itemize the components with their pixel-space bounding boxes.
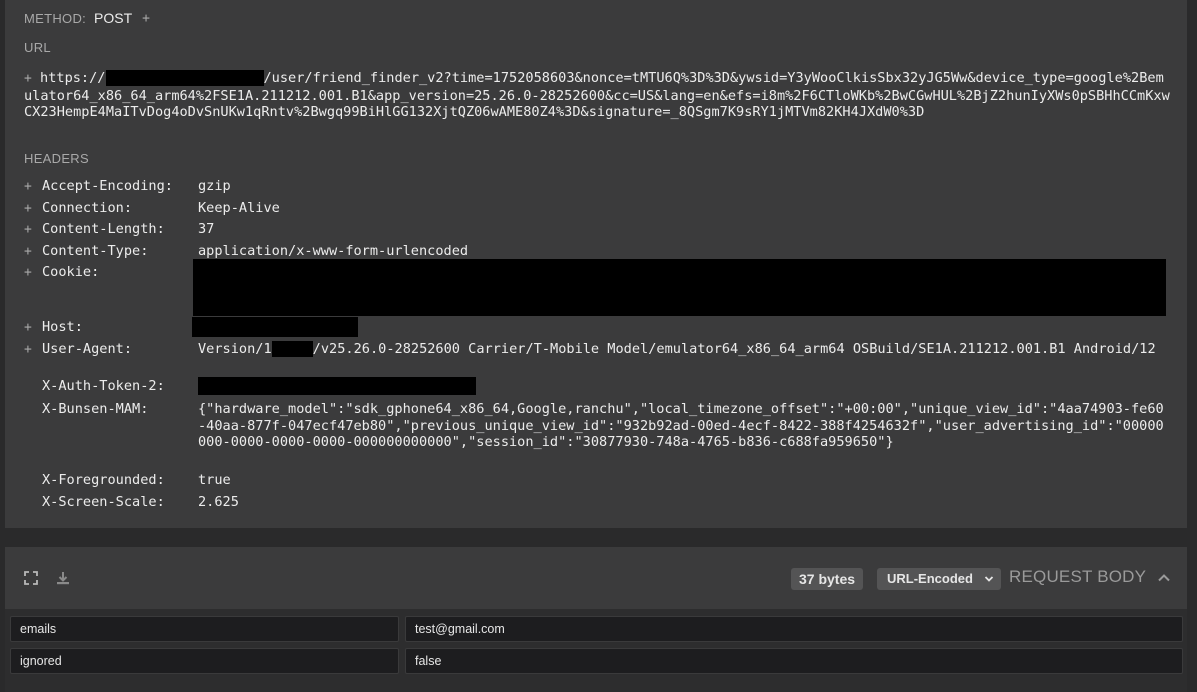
header-name: X-Bunsen-MAM: xyxy=(42,401,149,417)
body-key-field[interactable]: ignored xyxy=(10,648,399,674)
url-prefix: https:// xyxy=(40,70,106,86)
header-row-content-type[interactable]: + Content-Type: application/x-www-form-u… xyxy=(24,243,1174,260)
header-value: application/x-www-form-urlencoded xyxy=(198,243,469,259)
redacted-host-value xyxy=(192,317,358,337)
expand-header-icon[interactable]: + xyxy=(24,341,32,358)
request-details-panel: METHOD: POST + URL + https:///user/frien… xyxy=(5,0,1187,528)
url-value[interactable]: + https:///user/friend_finder_v2?time=17… xyxy=(24,70,1170,121)
body-value-field[interactable]: test@gmail.com xyxy=(405,616,1183,642)
header-name: Content-Type: xyxy=(42,243,149,259)
header-name: X-Auth-Token-2: xyxy=(42,378,165,394)
expand-header-icon[interactable]: + xyxy=(24,264,32,281)
header-name: X-Foregrounded: xyxy=(42,472,165,488)
redacted-cookie-value xyxy=(193,259,1166,316)
body-rows: emails test@gmail.com ignored false xyxy=(5,609,1187,692)
user-agent-rest: /v25.26.0-28252600 Carrier/T-Mobile Mode… xyxy=(312,341,1156,357)
header-value: true xyxy=(198,472,231,488)
header-value: 37 xyxy=(198,221,215,237)
header-row-content-length[interactable]: + Content-Length: 37 xyxy=(24,221,1174,238)
header-name: Connection: xyxy=(42,200,133,216)
expand-header-icon[interactable]: + xyxy=(24,243,32,260)
header-row-user-agent[interactable]: + User-Agent: Version/1/v25.26.0-2825260… xyxy=(24,341,1174,375)
chevron-up-icon[interactable] xyxy=(1157,571,1171,590)
headers-section-label: HEADERS xyxy=(24,151,89,166)
user-agent-version: Version/1 xyxy=(198,341,272,357)
expand-header-icon[interactable]: + xyxy=(24,221,32,238)
expand-header-icon[interactable]: + xyxy=(24,178,32,195)
encoding-value: URL-Encoded xyxy=(887,571,973,586)
redacted-app-name xyxy=(271,341,313,357)
header-row-foregrounded[interactable]: X-Foregrounded: true xyxy=(24,472,1174,489)
header-name: Content-Length: xyxy=(42,221,165,237)
url-section-label: URL xyxy=(24,40,51,55)
download-icon[interactable] xyxy=(55,570,71,586)
fullscreen-icon[interactable] xyxy=(23,570,39,586)
header-row-bunsen-mam[interactable]: X-Bunsen-MAM: {"hardware_model":"sdk_gph… xyxy=(24,401,1174,467)
expand-header-icon[interactable]: + xyxy=(24,200,32,217)
header-value: gzip xyxy=(198,178,231,194)
header-row-screen-scale[interactable]: X-Screen-Scale: 2.625 xyxy=(24,494,1174,511)
header-name: User-Agent: xyxy=(42,341,133,357)
header-value: Keep-Alive xyxy=(198,200,280,216)
method-row: METHOD: POST + xyxy=(24,10,150,26)
method-label: METHOD: xyxy=(24,10,87,26)
encoding-select[interactable]: URL-Encoded xyxy=(877,568,1001,590)
redacted-auth-token xyxy=(198,377,476,395)
header-value: Version/1/v25.26.0-28252600 Carrier/T-Mo… xyxy=(198,341,1168,358)
request-body-panel: 37 bytes URL-Encoded REQUEST BODY emails… xyxy=(5,547,1187,692)
header-value: {"hardware_model":"sdk_gphone64_x86_64,G… xyxy=(198,401,1164,451)
body-value-field[interactable]: false xyxy=(405,648,1183,674)
redacted-host xyxy=(105,70,264,86)
header-name: X-Screen-Scale: xyxy=(42,494,165,510)
header-name: Cookie: xyxy=(42,264,100,280)
chevron-down-icon xyxy=(984,568,994,597)
header-name: Host: xyxy=(42,319,83,335)
header-name: Accept-Encoding: xyxy=(42,178,173,194)
header-row-auth-token[interactable]: X-Auth-Token-2: xyxy=(24,378,1174,395)
header-value: 2.625 xyxy=(198,494,239,510)
body-key-field[interactable]: emails xyxy=(10,616,399,642)
add-method-icon[interactable]: + xyxy=(142,11,150,26)
expand-url-icon[interactable]: + xyxy=(24,71,32,86)
body-size-badge: 37 bytes xyxy=(791,568,864,590)
request-body-title: REQUEST BODY xyxy=(1009,567,1147,586)
header-row-accept-encoding[interactable]: + Accept-Encoding: gzip xyxy=(24,178,1174,195)
header-row-connection[interactable]: + Connection: Keep-Alive xyxy=(24,200,1174,217)
expand-header-icon[interactable]: + xyxy=(24,319,32,336)
method-value[interactable]: POST xyxy=(94,10,132,26)
